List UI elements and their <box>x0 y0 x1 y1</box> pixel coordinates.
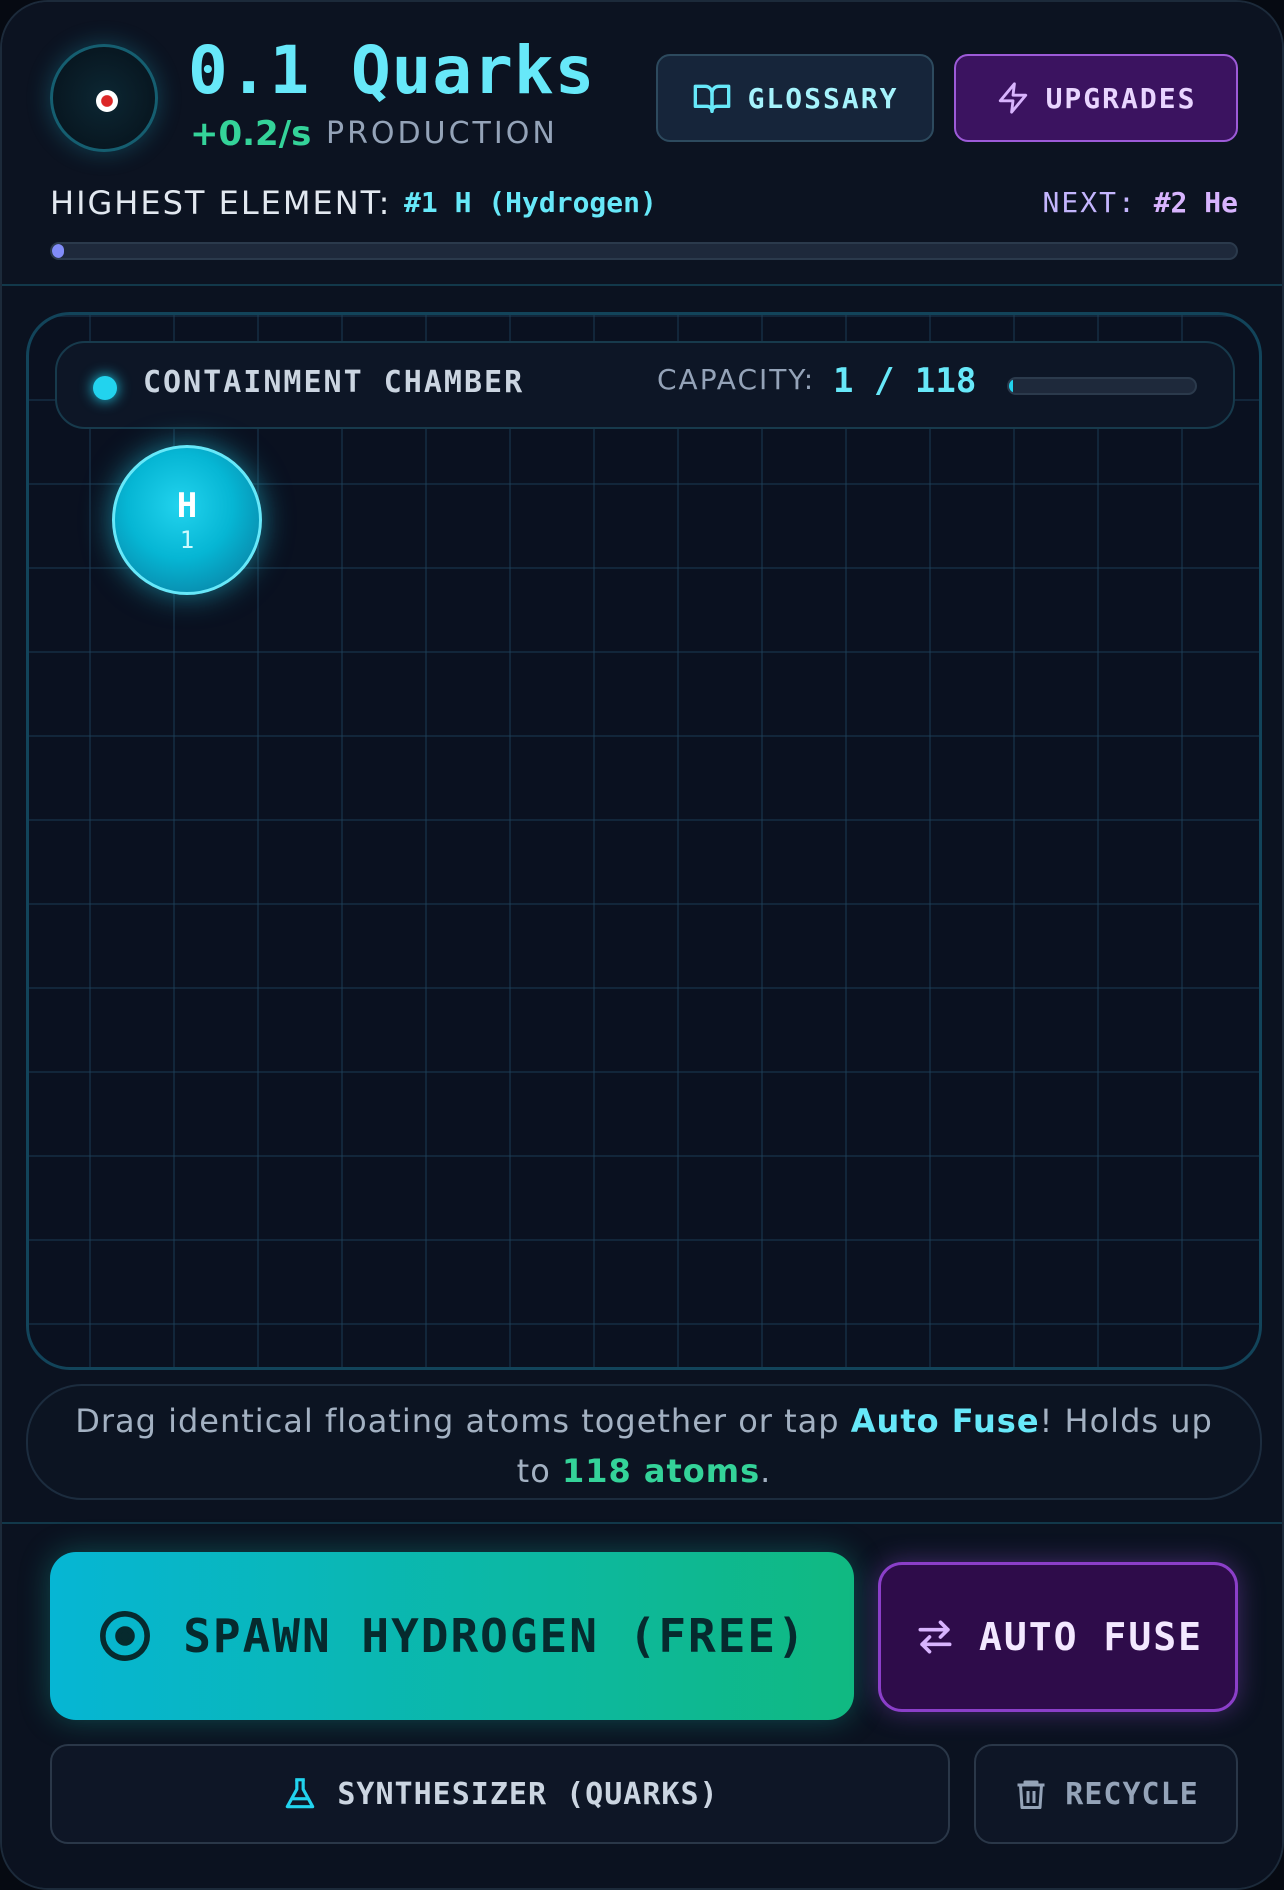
chamber-header: CONTAINMENT CHAMBER CAPACITY: 1 / 118 <box>55 341 1235 429</box>
quarks-counter: 0.1 Quarks <box>188 32 596 109</box>
containment-chamber[interactable]: CONTAINMENT CHAMBER CAPACITY: 1 / 118 H … <box>26 312 1262 1370</box>
app-window: 0.1 Quarks +0.2/s PRODUCTION GLOSSARY UP… <box>0 0 1284 1890</box>
glossary-label: GLOSSARY <box>747 81 899 115</box>
atom-hydrogen[interactable]: H 1 <box>112 445 262 595</box>
highest-element-label: HIGHEST ELEMENT: <box>50 184 392 222</box>
capacity-label: CAPACITY: <box>657 363 816 396</box>
status-dot <box>93 376 117 400</box>
highest-element-value: #1 H (Hydrogen) <box>404 186 657 219</box>
core-dot <box>96 90 118 112</box>
target-icon <box>100 1611 151 1661</box>
element-progress-bar <box>50 242 1238 260</box>
quark-core-icon <box>50 44 158 152</box>
next-element: NEXT: #2 He <box>1043 186 1238 219</box>
capacity-fill <box>1009 379 1013 393</box>
synthesizer-label: SYNTHESIZER (QUARKS) <box>337 1776 719 1812</box>
spawn-label: SPAWN HYDROGEN (FREE) <box>183 1609 807 1663</box>
atom-number: 1 <box>179 526 195 554</box>
synthesizer-button[interactable]: SYNTHESIZER (QUARKS) <box>50 1744 950 1844</box>
spawn-hydrogen-button[interactable]: SPAWN HYDROGEN (FREE) <box>50 1552 854 1720</box>
hint-text-3: . <box>760 1452 772 1490</box>
chamber-title: CONTAINMENT CHAMBER <box>143 365 525 400</box>
upgrades-label: UPGRADES <box>1045 81 1197 115</box>
capacity-value: 1 / 118 <box>833 361 977 401</box>
lightning-icon <box>998 82 1027 114</box>
next-value: #2 He <box>1153 186 1238 219</box>
next-label: NEXT: <box>1042 186 1137 219</box>
capacity-bar <box>1007 377 1197 395</box>
hint-capacity: 118 atoms <box>561 1452 761 1490</box>
header: 0.1 Quarks +0.2/s PRODUCTION GLOSSARY UP… <box>2 2 1282 286</box>
hint-auto-fuse: Auto Fuse <box>850 1402 1040 1440</box>
recycle-label: RECYCLE <box>1065 1776 1199 1812</box>
hint-text-1: Drag identical floating atoms together o… <box>75 1402 851 1440</box>
production-label: PRODUCTION <box>326 116 558 151</box>
book-open-icon <box>693 84 730 113</box>
flask-icon <box>286 1778 315 1809</box>
upgrades-button[interactable]: UPGRADES <box>954 54 1238 142</box>
swap-arrows-icon <box>918 1620 952 1654</box>
auto-fuse-button[interactable]: AUTO FUSE <box>878 1562 1238 1712</box>
glossary-button[interactable]: GLOSSARY <box>656 54 934 142</box>
action-footer: SPAWN HYDROGEN (FREE) AUTO FUSE SYNTHESI… <box>2 1522 1282 1888</box>
hint-panel: Drag identical floating atoms together o… <box>26 1384 1262 1500</box>
auto-fuse-label: AUTO FUSE <box>979 1615 1203 1659</box>
atom-symbol: H <box>176 486 198 526</box>
recycle-button[interactable]: RECYCLE <box>974 1744 1238 1844</box>
element-progress-fill <box>52 244 64 258</box>
trash-icon <box>1017 1780 1045 1809</box>
production-rate: +0.2/s <box>190 114 312 154</box>
